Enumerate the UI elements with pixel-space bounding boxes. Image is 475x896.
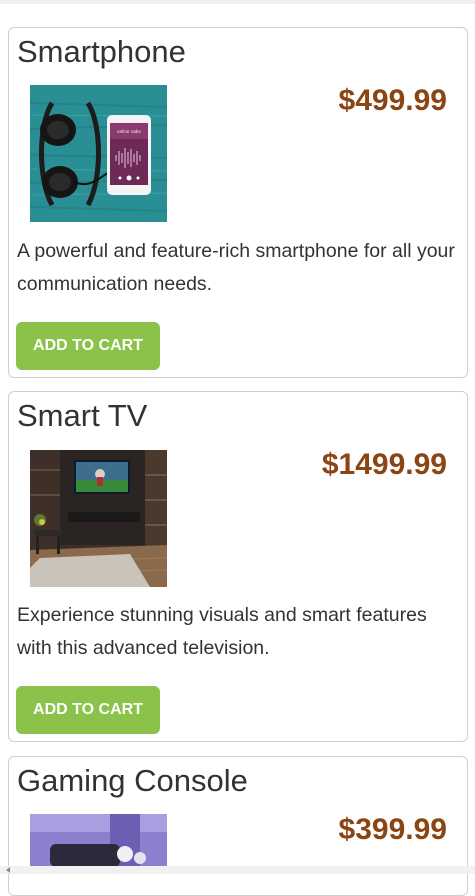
product-image-smart-tv	[30, 450, 167, 587]
horizontal-scrollbar[interactable]	[0, 866, 475, 874]
chevron-left-icon[interactable]	[6, 867, 10, 873]
product-image-smartphone: online radio	[30, 85, 167, 222]
product-title: Gaming Console	[17, 763, 248, 798]
product-price: $399.99	[338, 813, 447, 846]
product-price: $499.99	[338, 84, 447, 117]
product-price: $1499.99	[321, 448, 447, 481]
phone-screen-caption: online radio	[117, 129, 141, 134]
product-card-smartphone: Smartphone online radio $499.99 A powerf…	[8, 27, 468, 378]
gaming-console-photo	[30, 814, 167, 867]
top-scroll-edge	[0, 0, 475, 4]
product-title: Smartphone	[17, 34, 186, 69]
product-card-gaming-console: Gaming Console $399.99	[8, 756, 468, 896]
product-card-smart-tv: Smart TV $1499.99 Experience stunning vi…	[8, 391, 468, 742]
product-description: A powerful and feature-rich smartphone f…	[17, 240, 455, 295]
product-image-gaming-console	[30, 814, 167, 867]
headphones-phone-photo: online radio	[30, 85, 167, 222]
living-room-tv-photo	[30, 450, 167, 587]
product-description: Experience stunning visuals and smart fe…	[17, 604, 427, 659]
product-title: Smart TV	[17, 398, 148, 433]
add-to-cart-button[interactable]: ADD TO CART	[16, 322, 160, 370]
add-to-cart-button[interactable]: ADD TO CART	[16, 686, 160, 734]
